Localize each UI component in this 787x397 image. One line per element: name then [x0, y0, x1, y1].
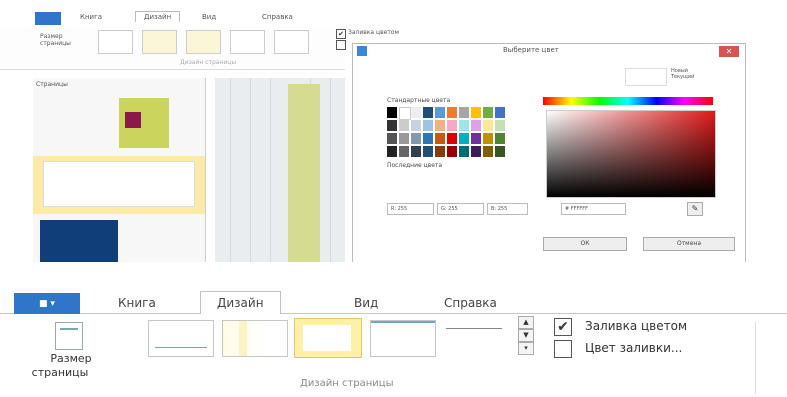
design-thumb-3-selected[interactable] — [294, 318, 362, 358]
group-label: Дизайн страницы — [300, 378, 394, 389]
blue-value-field[interactable]: B: 255 — [487, 203, 528, 215]
fill-color-label: Заливка цветом — [585, 319, 688, 333]
scroll-down-icon[interactable]: ▼ — [518, 329, 534, 342]
page-thumb-2-selected[interactable] — [33, 156, 205, 214]
fill-color-checkbox-small[interactable]: ✔ — [336, 29, 346, 39]
color-preview-label: Новый Текущий — [671, 68, 695, 80]
design-thumb-4[interactable] — [370, 320, 436, 357]
page-size-icon[interactable] — [55, 322, 83, 350]
fill-color-label-small: Заливка цветом — [348, 29, 400, 36]
eyedropper-icon[interactable]: ✎ — [687, 202, 703, 216]
design-thumb-small-2[interactable] — [142, 30, 177, 54]
file-menu-icon: ■ ▾ — [39, 299, 55, 309]
design-thumb-5[interactable] — [444, 320, 508, 355]
recent-colors-label: Последние цвета — [387, 162, 443, 169]
color-picker-dialog: Выберите цвет ✕ Новый Текущий Стандартны… — [352, 43, 746, 262]
saturation-value-picker[interactable] — [546, 110, 716, 198]
close-icon[interactable]: ✕ — [719, 46, 739, 57]
canvas-page-strip — [288, 84, 320, 262]
dialog-app-icon — [357, 46, 367, 56]
gallery-more-icon[interactable]: ▾ — [518, 342, 534, 355]
bottom-screenshot: ■ ▾ Книга Дизайн Вид Справка Размер стра… — [0, 283, 787, 397]
dialog-titlebar: Выберите цвет ✕ — [353, 44, 745, 58]
design-thumb-1[interactable] — [148, 320, 214, 357]
hex-value-field[interactable]: # FFFFFF — [561, 203, 626, 215]
file-menu-button[interactable]: ■ ▾ — [14, 293, 80, 315]
fill-color2-checkbox-small[interactable] — [336, 40, 346, 50]
fill-color2-button-box[interactable] — [554, 340, 572, 358]
design-thumb-small-1[interactable] — [98, 30, 133, 54]
ribbon-tabs-small: Книга Дизайн Вид Справка — [0, 11, 360, 27]
hue-slider[interactable] — [543, 97, 713, 105]
sidebar-title: Страницы — [36, 81, 68, 88]
green-value-field[interactable]: G: 255 — [437, 203, 484, 215]
design-gallery-scroller: ▲ ▼ ▾ — [518, 316, 534, 356]
color-preview — [625, 68, 667, 86]
page-size-button[interactable]: Размер страницы — [32, 352, 96, 380]
fill-color-checkbox[interactable]: ✔ — [554, 318, 572, 336]
tab-book[interactable]: Книга — [118, 296, 156, 310]
page-thumb-1[interactable] — [119, 98, 169, 148]
top-screenshot: Книга Дизайн Вид Справка Размер страницы… — [0, 0, 787, 262]
fill-color2-label[interactable]: Цвет заливки... — [585, 341, 682, 355]
red-value-field[interactable]: R: 255 — [387, 203, 434, 215]
group-label-small: Дизайн страницы — [180, 59, 237, 66]
tab-help[interactable]: Справка — [444, 296, 497, 310]
tab-view[interactable]: Вид — [354, 296, 378, 310]
standard-colors-label: Стандартные цвета — [387, 97, 451, 104]
cancel-button[interactable]: Отмена — [643, 237, 735, 251]
ribbon-design-group: Размер страницы ▲ ▼ ▾ ✔ Заливка цветом Ц… — [0, 314, 760, 397]
page-size-label-1: Размер — [50, 352, 92, 365]
dialog-title: Выберите цвет — [503, 46, 559, 54]
tab-design-small[interactable]: Дизайн — [135, 11, 181, 22]
scroll-up-icon[interactable]: ▲ — [518, 316, 534, 329]
page-size-label-2: страницы — [31, 366, 89, 379]
page-size-small-label[interactable]: Размер страницы — [40, 33, 71, 47]
design-thumb-2[interactable] — [222, 320, 288, 357]
tab-help-small[interactable]: Справка — [262, 13, 293, 21]
design-thumb-small-3[interactable] — [186, 30, 221, 54]
design-canvas — [215, 78, 345, 262]
ok-button[interactable]: ОК — [543, 237, 627, 251]
ribbon-tab-bar: ■ ▾ Книга Дизайн Вид Справка — [0, 287, 787, 319]
tab-view-small[interactable]: Вид — [202, 13, 216, 21]
ribbon-small: Размер страницы Дизайн страницы — [0, 27, 345, 70]
pages-sidebar: Страницы — [33, 78, 206, 262]
tab-book-small[interactable]: Книга — [80, 13, 102, 21]
page-thumb-3[interactable] — [40, 220, 118, 262]
design-thumb-small-4[interactable] — [230, 30, 265, 54]
design-thumb-small-5[interactable] — [274, 30, 309, 54]
group-divider — [755, 322, 756, 394]
